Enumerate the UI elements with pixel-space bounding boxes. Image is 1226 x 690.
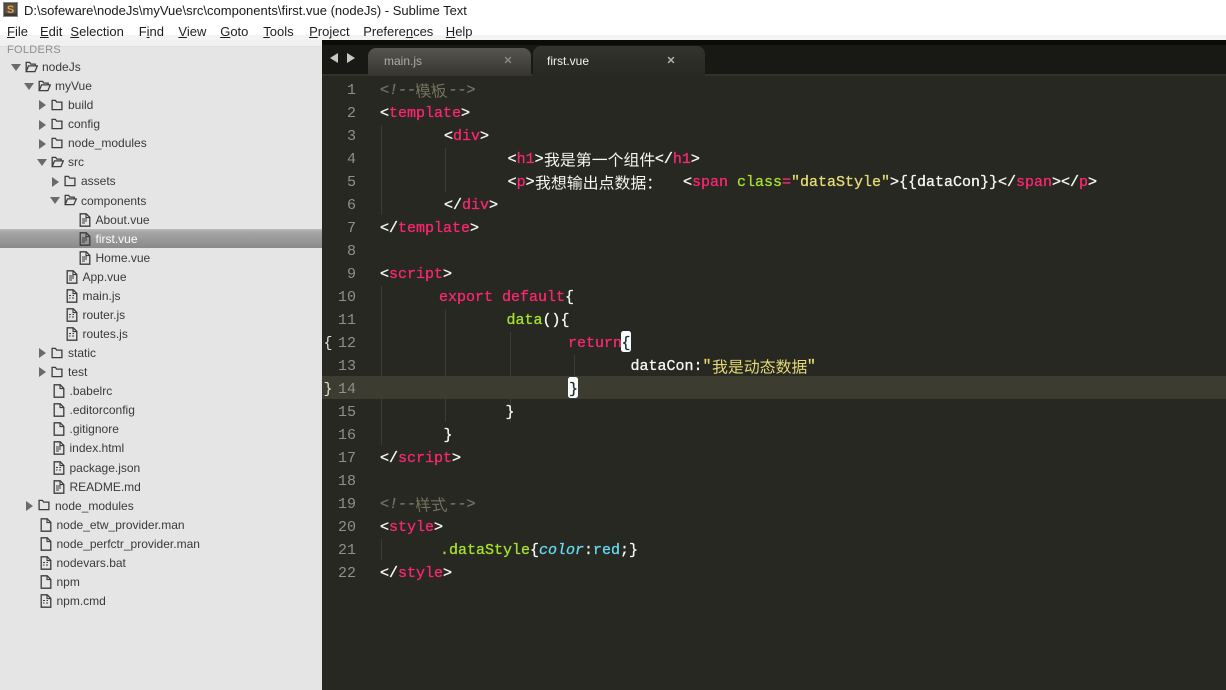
svg-text:S: S bbox=[7, 4, 14, 16]
